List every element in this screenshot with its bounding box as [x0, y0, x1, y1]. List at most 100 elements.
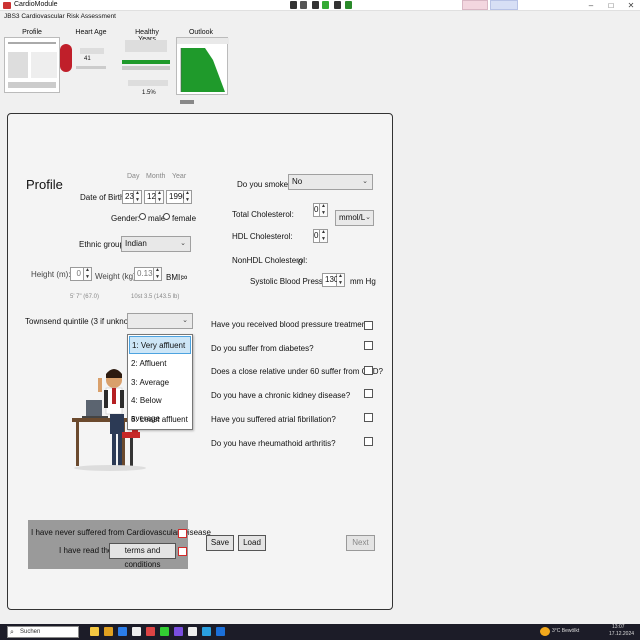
taskbar-app-icon[interactable]	[174, 627, 183, 636]
thumb-block	[8, 52, 28, 78]
close-button[interactable]: ✕	[624, 0, 638, 11]
kidney-checkbox[interactable]	[364, 389, 373, 398]
profile-heading: Profile	[26, 177, 63, 192]
nonhdl-value: 0	[298, 258, 303, 267]
arthritis-checkbox[interactable]	[364, 437, 373, 446]
ethnic-select[interactable]: Indian ⌄	[121, 236, 191, 252]
sbp-input[interactable]: 130	[322, 273, 338, 287]
profile-thumbnail[interactable]	[4, 37, 60, 93]
save-button[interactable]: Save	[206, 535, 234, 551]
taskbar-search-placeholder: Suchen	[20, 629, 41, 635]
gender-male-radio[interactable]	[139, 213, 146, 220]
load-button[interactable]: Load	[238, 535, 266, 551]
tray-icon[interactable]	[290, 1, 297, 9]
taskbar: ⌕ Suchen 3°C Bewölkt 13:07 17.12.2024	[0, 624, 640, 640]
diabetes-checkbox[interactable]	[364, 341, 373, 350]
healthy-years-bar-bg	[122, 66, 170, 70]
healthy-years-percent: 1.5%	[142, 90, 156, 96]
gender-label: Gender:	[111, 214, 140, 223]
terms-button[interactable]: terms and conditions	[109, 543, 176, 569]
chevron-down-icon: ⌄	[182, 317, 188, 324]
thumb-line	[80, 48, 104, 54]
townsend-option-1[interactable]: 1: Very affluent	[129, 336, 191, 354]
minimize-button[interactable]: –	[584, 0, 598, 11]
thumb-slider[interactable]	[180, 100, 194, 104]
question-bp-treatment: Have you received blood pressure treatme…	[211, 320, 373, 329]
taskbar-app-icon[interactable]	[132, 627, 141, 636]
height-label: Height (m):	[31, 270, 71, 279]
taskbar-app-icon[interactable]	[146, 627, 155, 636]
height-hint: 5' 7" (67.0)	[70, 294, 99, 300]
weight-hint: 10st 3.5 (143.5 lb)	[131, 294, 180, 300]
window-title: CardioModule	[14, 1, 58, 8]
dob-year-input[interactable]: 1990	[166, 190, 187, 204]
thumb-block	[31, 52, 57, 78]
townsend-label: Townsend quintile (3 if unknown):	[25, 317, 144, 326]
smoke-label: Do you smoke?	[237, 180, 293, 189]
townsend-option-5[interactable]: 5: Least affluent	[129, 411, 191, 429]
bmi-value: ∞	[181, 272, 188, 282]
clock-date: 17.12.2024	[609, 631, 635, 637]
dob-day-spinner[interactable]	[134, 190, 142, 204]
nonhdl-label: NonHDL Cholesterol:	[232, 256, 308, 265]
townsend-select[interactable]: ⌄	[127, 313, 193, 329]
gender-female-label: female	[172, 214, 197, 223]
atrial-fib-checkbox[interactable]	[364, 413, 373, 422]
tray-icon[interactable]	[322, 1, 329, 9]
chevron-down-icon: ⌄	[362, 178, 368, 185]
tray-icon[interactable]	[300, 1, 307, 9]
hdl-label: HDL Cholesterol:	[232, 232, 293, 241]
sbp-spinner[interactable]	[337, 273, 345, 287]
dob-month-spinner[interactable]	[156, 190, 164, 204]
bmi-label: BMI:	[166, 273, 183, 282]
thumb-line	[8, 42, 56, 44]
total-chol-label: Total Cholesterol:	[232, 210, 294, 219]
weight-spinner[interactable]	[154, 267, 162, 281]
taskbar-app-icon[interactable]	[90, 627, 99, 636]
maximize-button[interactable]: □	[604, 0, 618, 11]
weight-input[interactable]: 0.13	[134, 267, 154, 281]
dob-year-spinner[interactable]	[184, 190, 192, 204]
taskbar-app-icon[interactable]	[202, 627, 211, 636]
townsend-option-2[interactable]: 2: Affluent	[129, 355, 191, 373]
heart-age-value: 41	[84, 56, 91, 62]
never-cvd-checkbox[interactable]	[178, 529, 187, 538]
taskbar-app-icon[interactable]	[104, 627, 113, 636]
dob-day-input[interactable]: 23	[122, 190, 134, 204]
tab-heart-age[interactable]: Heart Age	[74, 29, 108, 36]
weight-label: Weight (kg):	[95, 272, 138, 281]
taskbar-app-icon[interactable]	[188, 627, 197, 636]
dob-label: Date of Birth	[80, 193, 125, 202]
height-spinner[interactable]	[84, 267, 92, 281]
tray-icon[interactable]	[345, 1, 352, 9]
dob-month-input[interactable]: 12	[144, 190, 156, 204]
next-button[interactable]: Next	[346, 535, 375, 551]
outlook-thumbnail[interactable]	[176, 37, 229, 95]
thumb-text-block	[125, 40, 167, 52]
smoke-select[interactable]: No ⌄	[288, 174, 373, 190]
taskbar-app-icon[interactable]	[160, 627, 169, 636]
question-kidney: Do you have a chronic kidney disease?	[211, 391, 351, 400]
taskbar-app-icon[interactable]	[216, 627, 225, 636]
townsend-option-3[interactable]: 3: Average	[129, 374, 191, 392]
taskbar-app-icon[interactable]	[118, 627, 127, 636]
townsend-option-4[interactable]: 4: Below average	[129, 392, 191, 423]
taskbar-search[interactable]: ⌕ Suchen	[7, 626, 79, 638]
tab-profile[interactable]: Profile	[16, 29, 48, 36]
tab-outlook[interactable]: Outlook	[186, 29, 216, 36]
hdl-spinner[interactable]	[320, 229, 328, 243]
tray-icon[interactable]	[312, 1, 319, 9]
hdl-input[interactable]: 0	[313, 229, 320, 243]
bp-treatment-checkbox[interactable]	[364, 321, 373, 330]
total-chol-spinner[interactable]	[320, 203, 328, 217]
decoration-block	[490, 0, 518, 10]
tray-icon[interactable]	[334, 1, 341, 9]
chevron-down-icon: ⌄	[365, 214, 371, 221]
gender-female-radio[interactable]	[163, 213, 170, 220]
total-chol-input[interactable]: 0	[313, 203, 320, 217]
read-terms-checkbox[interactable]	[178, 547, 187, 556]
year-header: Year	[172, 173, 187, 180]
height-input[interactable]: 0	[70, 267, 84, 281]
relative-cvd-checkbox[interactable]	[364, 366, 373, 375]
chol-unit-select[interactable]: mmol/L ⌄	[335, 210, 374, 226]
